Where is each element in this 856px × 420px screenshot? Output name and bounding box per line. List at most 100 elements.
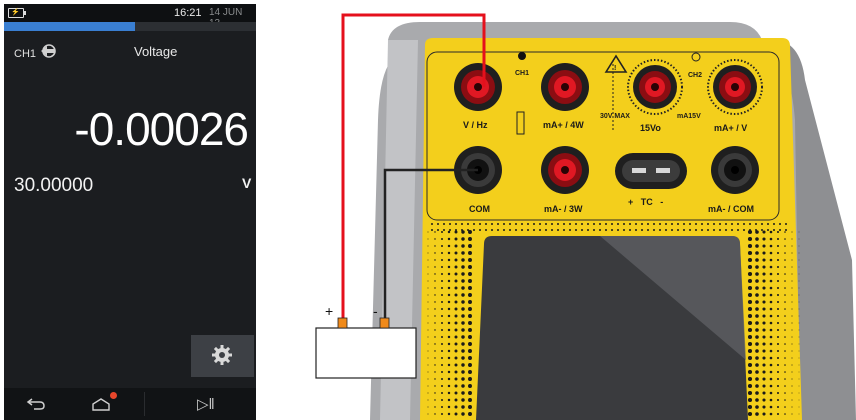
texture-dot [659,229,661,231]
texture-dot [755,412,759,416]
texture-dot [776,258,780,262]
jack-ma-plus-4w[interactable] [541,63,589,111]
texture-dot [747,362,753,368]
texture-dot [468,328,472,332]
texture-dot [769,335,773,339]
texture-dot [791,308,793,310]
texture-dot [749,229,751,231]
texture-dot [747,376,753,382]
label-ch1: CH1 [515,70,529,77]
texture-dot [468,363,472,367]
texture-dot [784,343,786,345]
texture-dot [431,223,433,225]
channel-arrow-icon[interactable] [38,42,60,60]
texture-dot [755,307,759,311]
texture-dot [762,244,766,248]
texture-dot [747,236,753,242]
texture-dot [468,258,472,262]
texture-dot [503,223,505,225]
texture-dot [755,251,759,255]
texture-dot [769,377,773,381]
texture-dot [468,349,472,353]
texture-dot [776,286,780,290]
texture-dot [755,265,759,269]
texture-dot [773,229,775,231]
texture-dot [762,279,766,283]
tc-connector[interactable] [615,153,687,189]
label-tc: + TC - [628,197,663,207]
texture-dot [441,336,443,338]
jack-ma-minus-3w[interactable] [541,146,589,194]
texture-dot [447,279,451,283]
texture-dot [447,321,451,325]
texture-dot [784,399,786,401]
channel-label[interactable]: CH1 [14,48,36,60]
texture-dot [635,223,637,225]
texture-dot [434,399,436,401]
texture-dot [447,314,451,318]
texture-dot [434,329,436,331]
texture-dot [447,272,451,276]
texture-dot [434,273,436,275]
texture-dot [791,231,793,233]
texture-dot [441,343,443,345]
texture-dot [454,272,458,276]
texture-dot [791,350,793,352]
texture-dot [454,300,458,304]
texture-dot [441,413,443,415]
texture-dot [447,230,451,234]
texture-dot [791,399,793,401]
label-ma-minus-3w: mA- / 3W [544,204,583,214]
texture-dot [791,266,793,268]
home-button[interactable] [74,388,144,420]
texture-dot [454,342,458,346]
texture-dot [762,258,766,262]
texture-dot [776,349,780,353]
texture-dot [784,336,786,338]
play-pause-button[interactable]: ▷‖ [154,388,256,420]
texture-dot [784,266,786,268]
texture-dot [769,349,773,353]
jack-v-hz[interactable] [454,63,502,111]
texture-dot [427,371,429,373]
texture-dot [557,229,559,231]
jack-ma-plus-v[interactable] [707,59,763,115]
calibrator-screen: ⚡ 16:21 14 JUN 13 CH1 Voltage -0.00026 3… [4,4,256,420]
texture-dot [798,308,800,310]
jack-15vo[interactable] [627,59,683,115]
texture-dot [769,258,773,262]
texture-dot [755,398,759,402]
texture-dot [791,287,793,289]
navigation-bar: ▷‖ [4,388,256,420]
texture-dot [784,308,786,310]
texture-dot [629,229,631,231]
texture-dot [791,322,793,324]
back-button[interactable] [4,388,74,420]
texture-dot [755,293,759,297]
texture-dot [791,301,793,303]
texture-dot [769,405,773,409]
texture-dot [776,370,780,374]
settings-button[interactable] [191,335,254,377]
texture-dot [434,245,436,247]
texture-dot [623,223,625,225]
texture-dot [769,265,773,269]
texture-dot [665,223,667,225]
texture-dot [779,223,781,225]
texture-dot [468,272,472,276]
texture-dot [427,385,429,387]
texture-dot [441,245,443,247]
texture-dot [434,392,436,394]
texture-dot [653,223,655,225]
texture-dot [468,356,472,360]
texture-dot [539,223,541,225]
texture-dot [441,231,443,233]
label-ma-minus-com: mA- / COM [708,204,754,214]
jack-ma-minus-com[interactable] [711,146,759,194]
texture-dot [762,272,766,276]
texture-dot [427,350,429,352]
texture-dot [737,229,739,231]
texture-dot [677,229,679,231]
gear-icon [212,345,232,365]
texture-dot [769,398,773,402]
